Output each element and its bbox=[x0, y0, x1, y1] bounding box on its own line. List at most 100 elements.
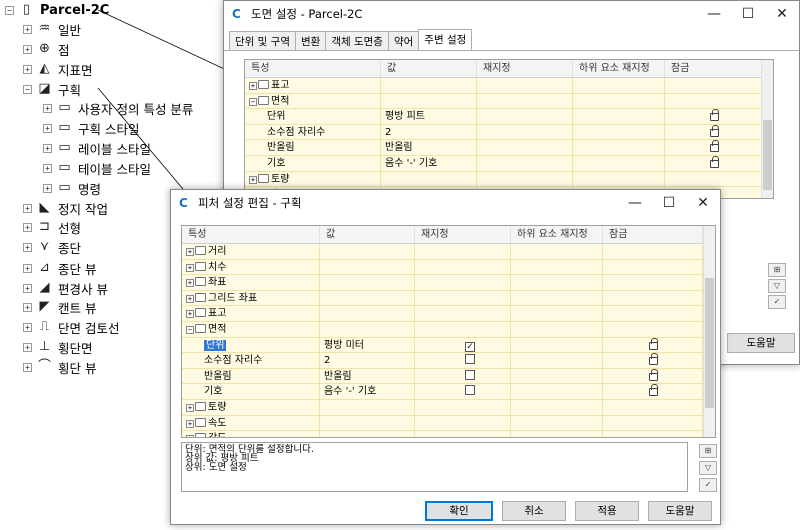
apply-button[interactable]: 적용 bbox=[575, 501, 639, 521]
table-row[interactable]: − 면적 bbox=[182, 321, 715, 338]
tree-item-5[interactable]: + ▭ 구획 스타일 bbox=[43, 119, 139, 137]
table-row[interactable]: +각도 bbox=[182, 431, 715, 437]
expand-icon[interactable]: + bbox=[186, 248, 194, 256]
scrollbar[interactable] bbox=[703, 226, 715, 437]
table-row[interactable]: + 거리 bbox=[182, 244, 715, 260]
expand-icon[interactable]: + bbox=[23, 64, 32, 74]
expand-icon[interactable]: + bbox=[186, 263, 194, 272]
expand-icon[interactable]: + bbox=[186, 403, 194, 412]
column-header[interactable]: 재지정 bbox=[477, 60, 573, 77]
lock-icon[interactable] bbox=[710, 109, 719, 122]
tree-item-2[interactable]: + ◭ 지표면 bbox=[23, 60, 93, 78]
table-row[interactable]: 반올림 반올림 bbox=[182, 368, 715, 385]
collapse-icon[interactable]: − bbox=[23, 84, 32, 94]
table-row[interactable]: 반올림 반올림 bbox=[245, 140, 773, 156]
expand-icon[interactable]: + bbox=[23, 44, 32, 54]
column-header[interactable]: 재지정 bbox=[415, 226, 511, 243]
lock-icon[interactable] bbox=[710, 124, 719, 137]
expand-icon[interactable]: + bbox=[23, 302, 32, 312]
tree-item-14[interactable]: + ◤ 캔트 뷰 bbox=[23, 298, 96, 316]
table-row[interactable]: + 표고 bbox=[245, 78, 773, 94]
table-row[interactable]: 소수점 자리수 2 bbox=[245, 124, 773, 141]
maximize-icon[interactable]: ☐ bbox=[731, 6, 765, 22]
tab-0[interactable]: 단위 및 구역 bbox=[229, 31, 296, 50]
expand-icon[interactable]: + bbox=[23, 222, 32, 232]
lock-icon[interactable] bbox=[710, 140, 719, 153]
lock-icon[interactable] bbox=[649, 337, 658, 350]
collapse-icon[interactable]: − bbox=[5, 5, 14, 15]
maximize-icon[interactable]: ☐ bbox=[652, 195, 686, 211]
tree-item-16[interactable]: + ⊥ 횡단면 bbox=[23, 338, 93, 356]
expand-icon[interactable]: + bbox=[23, 24, 32, 34]
column-header[interactable]: 잠금 bbox=[603, 226, 703, 243]
tab-3[interactable]: 약어 bbox=[387, 31, 420, 50]
table-row[interactable]: + 토량 bbox=[182, 399, 715, 416]
minimize-icon[interactable]: — bbox=[618, 195, 652, 211]
table-row[interactable]: +속도 bbox=[182, 415, 715, 432]
expand-icon[interactable]: + bbox=[43, 183, 52, 193]
table-row[interactable]: + 좌표 bbox=[182, 275, 715, 291]
expand-icon[interactable]: + bbox=[23, 362, 32, 372]
override-checkbox[interactable]: ✓ bbox=[465, 341, 475, 352]
close-icon[interactable]: ✕ bbox=[686, 195, 720, 211]
expand-icon[interactable]: + bbox=[186, 294, 194, 303]
column-header[interactable]: 특성 bbox=[182, 226, 320, 243]
override-checkbox[interactable] bbox=[465, 354, 475, 365]
edit-check-icon[interactable]: ✓ bbox=[699, 478, 717, 492]
tab-1[interactable]: 변환 bbox=[294, 31, 327, 50]
table-row[interactable]: − 면적 bbox=[245, 93, 773, 110]
filter-icon[interactable]: ▽ bbox=[699, 461, 717, 475]
tree-item-1[interactable]: + ⊕ 점 bbox=[23, 40, 70, 58]
expand-icon[interactable]: + bbox=[43, 163, 52, 173]
expand-icon[interactable]: + bbox=[23, 203, 32, 213]
table-row[interactable]: 단위 평방 피트 bbox=[245, 109, 773, 125]
filter-icon[interactable]: ▽ bbox=[768, 279, 786, 293]
expand-icon[interactable]: + bbox=[43, 143, 52, 153]
table-row[interactable]: 기호 음수 '-' 기호 bbox=[182, 384, 715, 400]
column-header[interactable]: 잠금 bbox=[665, 60, 763, 77]
table-row[interactable]: 단위 평방 미터 ✓ bbox=[182, 337, 715, 354]
tree-item-9[interactable]: + ◣ 정지 작업 bbox=[23, 199, 108, 217]
tree-item-8[interactable]: + ▭ 명령 bbox=[43, 179, 101, 197]
check-icon[interactable]: ✓ bbox=[768, 295, 786, 309]
tree-item-6[interactable]: + ▭ 레이블 스타일 bbox=[43, 139, 151, 157]
tree-root[interactable]: − ▯ Parcel-2C bbox=[5, 1, 109, 19]
table-row[interactable]: 기호 음수 '-' 기호 bbox=[245, 155, 773, 172]
column-header[interactable]: 특성 bbox=[245, 60, 381, 77]
tree-item-13[interactable]: + ◢ 편경사 뷰 bbox=[23, 279, 108, 297]
expand-icon[interactable]: + bbox=[23, 283, 32, 293]
tab-2[interactable]: 객체 도면층 bbox=[325, 31, 389, 50]
column-header[interactable]: 하위 요소 재지정 bbox=[573, 60, 665, 77]
column-header[interactable]: 값 bbox=[320, 226, 415, 243]
expand-all-icon[interactable]: ⊞ bbox=[699, 444, 717, 458]
back-help-button[interactable]: 도움말 bbox=[727, 333, 795, 353]
tree-item-4[interactable]: + ▭ 사용자 정의 특성 분류 bbox=[43, 99, 193, 117]
tree-item-10[interactable]: + ⊐ 선형 bbox=[23, 218, 81, 236]
collapse-icon[interactable]: − bbox=[186, 325, 194, 334]
expand-icon[interactable]: + bbox=[249, 175, 257, 184]
expand-icon[interactable]: + bbox=[186, 435, 194, 437]
scrollbar[interactable] bbox=[761, 60, 773, 198]
help-button[interactable]: 도움말 bbox=[648, 501, 712, 521]
tree-item-0[interactable]: + ♒ 일반 bbox=[23, 20, 81, 38]
expand-icon[interactable]: + bbox=[23, 342, 32, 352]
expand-icon[interactable]: + bbox=[186, 310, 194, 319]
scroll-thumb[interactable] bbox=[705, 278, 714, 408]
close-icon[interactable]: ✕ bbox=[765, 6, 799, 22]
expand-icon[interactable]: + bbox=[43, 123, 52, 133]
column-header[interactable]: 하위 요소 재지정 bbox=[511, 226, 603, 243]
table-row[interactable]: + 그리드 좌표 bbox=[182, 290, 715, 307]
expand-icon[interactable]: + bbox=[186, 279, 194, 288]
table-row[interactable]: + 토량 bbox=[245, 171, 773, 188]
expand-all-icon[interactable]: ⊞ bbox=[768, 263, 786, 277]
table-row[interactable]: 소수점 자리수 2 bbox=[182, 353, 715, 369]
expand-icon[interactable]: + bbox=[186, 419, 194, 428]
lock-icon[interactable] bbox=[649, 368, 658, 381]
override-checkbox[interactable] bbox=[465, 385, 475, 396]
expand-icon[interactable]: + bbox=[43, 103, 52, 113]
minimize-icon[interactable]: — bbox=[697, 6, 731, 22]
table-row[interactable]: + 치수 bbox=[182, 259, 715, 276]
scroll-thumb[interactable] bbox=[763, 120, 772, 190]
expand-icon[interactable]: + bbox=[249, 82, 257, 90]
expand-icon[interactable]: + bbox=[23, 263, 32, 273]
